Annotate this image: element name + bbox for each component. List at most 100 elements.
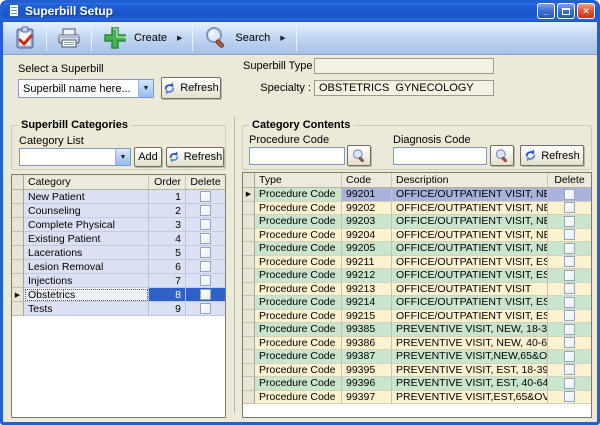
category-cell[interactable]: Lacerations xyxy=(24,246,149,260)
row-selector-arrow[interactable] xyxy=(12,218,24,232)
description-cell[interactable]: OFFICE/OUTPATIENT VISIT, NEW xyxy=(392,202,548,216)
order-cell[interactable]: 6 xyxy=(149,260,186,274)
delete-cell[interactable] xyxy=(548,350,591,364)
row-selector-arrow[interactable]: ▶ xyxy=(12,288,24,302)
delete-cell[interactable] xyxy=(548,296,591,310)
delete-cell[interactable] xyxy=(186,190,225,204)
delete-cell[interactable] xyxy=(548,242,591,256)
diagnosis-search-button[interactable] xyxy=(490,145,514,166)
code-cell[interactable]: 99211 xyxy=(342,256,392,270)
categories-refresh-button[interactable]: Refresh xyxy=(166,147,224,167)
code-cell[interactable]: 99385 xyxy=(342,323,392,337)
table-row[interactable]: Lesion Removal6 xyxy=(12,260,225,274)
description-cell[interactable]: PREVENTIVE VISIT, NEW, 40-64 xyxy=(392,337,548,351)
search-button[interactable]: Search ▶ xyxy=(195,24,293,52)
row-selector-arrow[interactable] xyxy=(12,302,24,316)
column-header-code[interactable]: Code xyxy=(342,173,392,187)
code-cell[interactable]: 99213 xyxy=(342,283,392,297)
code-cell[interactable]: 99201 xyxy=(342,188,392,202)
delete-cell[interactable] xyxy=(186,260,225,274)
delete-cell[interactable] xyxy=(548,202,591,216)
row-selector-arrow[interactable] xyxy=(12,246,24,260)
category-cell[interactable]: Lesion Removal xyxy=(24,260,149,274)
code-cell[interactable]: 99204 xyxy=(342,229,392,243)
table-row[interactable]: Procedure Code99214OFFICE/OUTPATIENT VIS… xyxy=(243,296,591,310)
description-cell[interactable]: PREVENTIVE VISIT,NEW,65&OVER xyxy=(392,350,548,364)
row-selector-arrow[interactable] xyxy=(243,364,255,378)
row-selector-arrow[interactable] xyxy=(12,274,24,288)
delete-checkbox[interactable] xyxy=(564,310,575,321)
contents-refresh-button[interactable]: Refresh xyxy=(520,145,584,166)
table-row[interactable]: ▶Procedure Code99201OFFICE/OUTPATIENT VI… xyxy=(243,188,591,202)
row-selector-arrow[interactable] xyxy=(243,256,255,270)
description-cell[interactable]: PREVENTIVE VISIT, EST, 18-39 xyxy=(392,364,548,378)
type-cell[interactable]: Procedure Code xyxy=(255,283,342,297)
delete-checkbox[interactable] xyxy=(564,270,575,281)
delete-cell[interactable] xyxy=(548,377,591,391)
table-row[interactable]: Counseling2 xyxy=(12,204,225,218)
description-cell[interactable]: PREVENTIVE VISIT, EST, 40-64 xyxy=(392,377,548,391)
chevron-down-icon[interactable]: ▼ xyxy=(115,149,130,165)
column-header-description[interactable]: Description xyxy=(392,173,548,187)
save-button[interactable] xyxy=(6,24,44,52)
delete-cell[interactable] xyxy=(548,391,591,405)
delete-checkbox[interactable] xyxy=(200,261,211,272)
maximize-button[interactable] xyxy=(557,3,575,19)
table-row[interactable]: Complete Physical3 xyxy=(12,218,225,232)
delete-cell[interactable] xyxy=(186,246,225,260)
table-row[interactable]: Procedure Code99396PREVENTIVE VISIT, EST… xyxy=(243,377,591,391)
category-cell[interactable]: New Patient xyxy=(24,190,149,204)
code-cell[interactable]: 99214 xyxy=(342,296,392,310)
delete-checkbox[interactable] xyxy=(564,189,575,200)
type-cell[interactable]: Procedure Code xyxy=(255,296,342,310)
description-cell[interactable]: OFFICE/OUTPATIENT VISIT, EST xyxy=(392,256,548,270)
type-cell[interactable]: Procedure Code xyxy=(255,350,342,364)
delete-cell[interactable] xyxy=(548,256,591,270)
table-row[interactable]: Procedure Code99211OFFICE/OUTPATIENT VIS… xyxy=(243,256,591,270)
description-cell[interactable]: OFFICE/OUTPATIENT VISIT, EST xyxy=(392,296,548,310)
delete-checkbox[interactable] xyxy=(200,247,211,258)
category-cell[interactable]: Counseling xyxy=(24,204,149,218)
row-selector-arrow[interactable] xyxy=(12,232,24,246)
order-cell[interactable]: 1 xyxy=(149,190,186,204)
row-selector-arrow[interactable] xyxy=(243,215,255,229)
description-cell[interactable]: OFFICE/OUTPATIENT VISIT xyxy=(392,283,548,297)
table-row[interactable]: Injections7 xyxy=(12,274,225,288)
code-cell[interactable]: 99205 xyxy=(342,242,392,256)
description-cell[interactable]: OFFICE/OUTPATIENT VISIT, NEW xyxy=(392,229,548,243)
chevron-right-icon[interactable]: ▶ xyxy=(177,34,182,42)
row-selector-arrow[interactable] xyxy=(243,296,255,310)
code-cell[interactable]: 99396 xyxy=(342,377,392,391)
row-selector-arrow[interactable] xyxy=(243,229,255,243)
delete-cell[interactable] xyxy=(548,188,591,202)
table-row[interactable]: Procedure Code99387PREVENTIVE VISIT,NEW,… xyxy=(243,350,591,364)
type-cell[interactable]: Procedure Code xyxy=(255,364,342,378)
code-cell[interactable]: 99212 xyxy=(342,269,392,283)
row-selector-arrow[interactable] xyxy=(243,202,255,216)
code-cell[interactable]: 99215 xyxy=(342,310,392,324)
code-cell[interactable]: 99203 xyxy=(342,215,392,229)
table-row[interactable]: Procedure Code99213OFFICE/OUTPATIENT VIS… xyxy=(243,283,591,297)
chevron-right-icon[interactable]: ▶ xyxy=(280,34,285,42)
delete-checkbox[interactable] xyxy=(564,297,575,308)
delete-checkbox[interactable] xyxy=(564,364,575,375)
add-category-button[interactable]: Add xyxy=(134,147,162,167)
table-row[interactable]: Procedure Code99397PREVENTIVE VISIT,EST,… xyxy=(243,391,591,405)
delete-cell[interactable] xyxy=(548,337,591,351)
row-selector-arrow[interactable] xyxy=(243,323,255,337)
delete-checkbox[interactable] xyxy=(564,243,575,254)
delete-checkbox[interactable] xyxy=(200,233,211,244)
delete-cell[interactable] xyxy=(548,215,591,229)
type-cell[interactable]: Procedure Code xyxy=(255,377,342,391)
delete-checkbox[interactable] xyxy=(200,303,211,314)
type-cell[interactable]: Procedure Code xyxy=(255,337,342,351)
row-selector-arrow[interactable]: ▶ xyxy=(243,188,255,202)
row-selector-arrow[interactable] xyxy=(243,269,255,283)
type-cell[interactable]: Procedure Code xyxy=(255,391,342,405)
superbill-refresh-button[interactable]: Refresh xyxy=(161,77,221,99)
column-header-delete[interactable]: Delete xyxy=(186,175,225,189)
type-cell[interactable]: Procedure Code xyxy=(255,202,342,216)
category-cell[interactable]: Existing Patient xyxy=(24,232,149,246)
delete-cell[interactable] xyxy=(186,302,225,316)
order-cell[interactable]: 3 xyxy=(149,218,186,232)
